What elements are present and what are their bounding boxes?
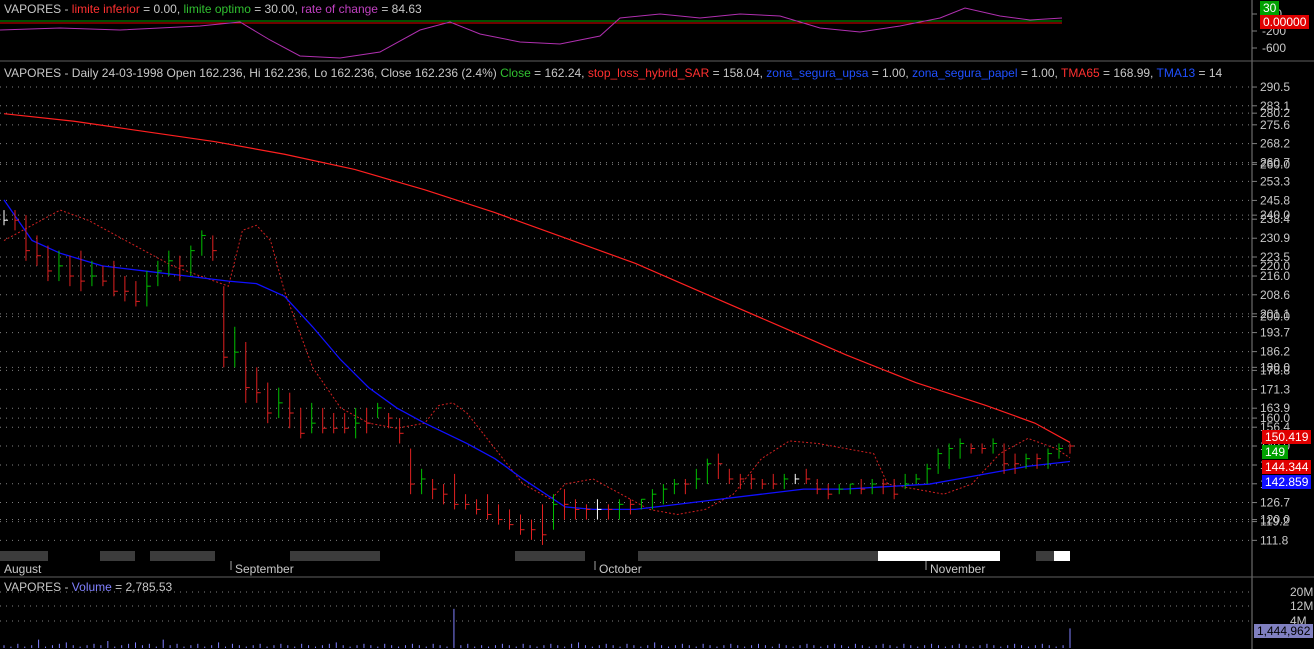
osc-tick-label: -600 <box>1262 41 1286 55</box>
volume-chart[interactable]: 20M12M4M <box>0 578 1314 649</box>
vol-title-label: Volume <box>71 580 112 594</box>
price-title: VAPORES - Daily 24-03-1998 Open 162.236,… <box>4 66 1248 80</box>
period-band-segment <box>290 551 380 561</box>
price-tick-label: 186.2 <box>1260 345 1290 359</box>
price-seg-9: TMA65 <box>1060 66 1100 80</box>
price-tick-label: 216.0 <box>1260 269 1290 283</box>
price-tick-label: 193.7 <box>1260 326 1290 340</box>
vol-tick-label: 20M <box>1290 585 1313 599</box>
period-band-segment <box>1036 551 1054 561</box>
vol-tick-label: 12M <box>1290 599 1313 613</box>
osc-seg-0: limite inferior <box>71 2 140 16</box>
osc-seg-1: = 0.00, <box>139 2 184 16</box>
osc-seg-2: limite optimo <box>183 2 251 16</box>
month-label: August <box>4 562 42 576</box>
tma13-tag: 142.859 <box>1262 475 1312 489</box>
tma65-line <box>3 113 1071 443</box>
price-seg-7: zona_segura_papel <box>912 66 1018 80</box>
price-tick-label: 245.8 <box>1260 193 1290 207</box>
vol-title-prefix: VAPORES - <box>4 580 72 594</box>
tma65-tag: 150.419 <box>1262 430 1312 444</box>
price-tick-label: 200.0 <box>1260 310 1290 324</box>
price-seg-10: = 168.99, <box>1099 66 1157 80</box>
month-label: September <box>235 562 294 576</box>
price-tick-label: 290.5 <box>1260 80 1290 94</box>
stop-loss-sar-line <box>3 209 1071 515</box>
price-tick-label: 178.8 <box>1260 363 1290 377</box>
volume-pane[interactable]: 20M 12M 4M VAPORES - Volume = 2,785.53 1,4… <box>0 578 1314 649</box>
osc-seg-5: = 84.63 <box>377 2 422 16</box>
price-seg-3: stop_loss_hybrid_SAR <box>587 66 710 80</box>
limite-optimo-tag: 30 <box>1260 1 1280 15</box>
price-seg-4: = 158.04, <box>709 66 767 80</box>
period-band-segment <box>638 551 878 561</box>
price-pane[interactable]: 290.5 283.1 280.2 275.6 268.2 260.7 260.0 253.3… <box>0 62 1314 578</box>
limite-inferior-tag: 0.00000 <box>1260 15 1310 29</box>
price-seg-1: Close <box>500 66 531 80</box>
price-seg-11: TMA13 <box>1156 66 1196 80</box>
price-tick-label: 275.6 <box>1260 118 1290 132</box>
period-band-segment <box>878 551 1000 561</box>
osc-title-prefix: VAPORES - <box>4 2 72 16</box>
sar-tag: 144.344 <box>1262 460 1312 474</box>
vol-title-value: = 2,785.53 <box>111 580 173 594</box>
osc-seg-3: = 30.00, <box>250 2 302 16</box>
price-tick-label: 171.3 <box>1260 382 1290 396</box>
month-label: November <box>930 562 985 576</box>
tma13-line <box>3 199 1071 511</box>
period-band-segment <box>1054 551 1070 561</box>
month-label: October <box>599 562 642 576</box>
period-band-segment <box>150 551 215 561</box>
price-tick-label: 268.2 <box>1260 137 1290 151</box>
period-band-segment <box>515 551 585 561</box>
volume-tag: 1,444,962 <box>1254 624 1314 638</box>
osc-seg-4: rate of change <box>301 2 378 16</box>
period-band-segment <box>0 551 48 561</box>
period-band-segment <box>100 551 135 561</box>
price-tick-label: 230.9 <box>1260 231 1290 245</box>
price-tick-label: 260.0 <box>1260 157 1290 171</box>
price-seg-0: VAPORES - Daily 24-03-1998 Open 162.236,… <box>4 66 501 80</box>
volume-title: VAPORES - Volume = 2,785.53 <box>4 580 172 594</box>
price-tick-label: 111.8 <box>1260 533 1289 547</box>
price-tick-label: 238.4 <box>1260 212 1290 226</box>
price-seg-5: zona_segura_upsa <box>766 66 869 80</box>
price-seg-2: = 162.24, <box>530 66 588 80</box>
oscillator-title: VAPORES - limite inferior = 0.00, limite… <box>4 2 422 16</box>
price-seg-6: = 1.00, <box>868 66 913 80</box>
oscillator-pane[interactable]: 200-200-600 VAPORES - limite inferior = … <box>0 0 1314 62</box>
price-seg-12: = 14 <box>1195 66 1223 80</box>
price-seg-8: = 1.00, <box>1017 66 1061 80</box>
price-tick-label: 119.2 <box>1260 515 1289 529</box>
price-tick-label: 253.3 <box>1260 174 1290 188</box>
price-chart[interactable]: 290.5283.1280.2275.6268.2260.7260.0253.3… <box>0 62 1314 578</box>
close-tag: 149 <box>1262 445 1289 459</box>
price-tick-label: 208.6 <box>1260 288 1290 302</box>
price-tick-label: 126.7 <box>1260 496 1290 510</box>
